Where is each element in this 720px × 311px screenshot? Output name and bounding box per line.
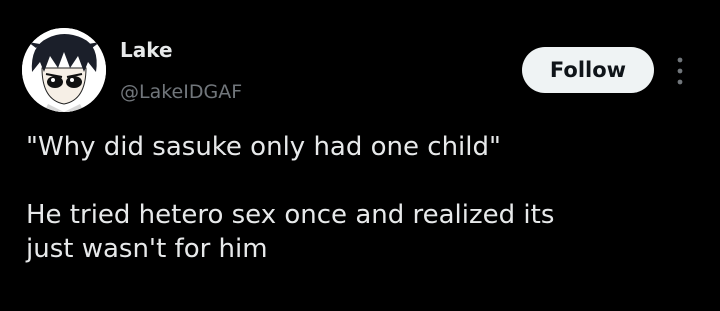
- tweet-line: "Why did sasuke only had one child": [26, 132, 501, 162]
- follow-button[interactable]: Follow: [522, 47, 654, 93]
- tweet-line: He tried hetero sex once and realized it…: [26, 200, 555, 230]
- author-handle[interactable]: @LakeIDGAF: [120, 80, 242, 104]
- tweet-body: "Why did sasuke only had one child" He t…: [26, 130, 706, 266]
- tweet-line: just wasn't for him: [26, 234, 268, 264]
- anime-character-avatar-icon: [22, 28, 106, 112]
- tweet-paragraph-gap: [26, 164, 706, 198]
- author-avatar[interactable]: [22, 28, 106, 112]
- author-display-name[interactable]: Lake: [120, 38, 173, 62]
- tweet-card: Lake @LakeIDGAF Follow "Why did sasuke o…: [0, 0, 720, 311]
- vertical-ellipsis-icon[interactable]: [670, 54, 690, 88]
